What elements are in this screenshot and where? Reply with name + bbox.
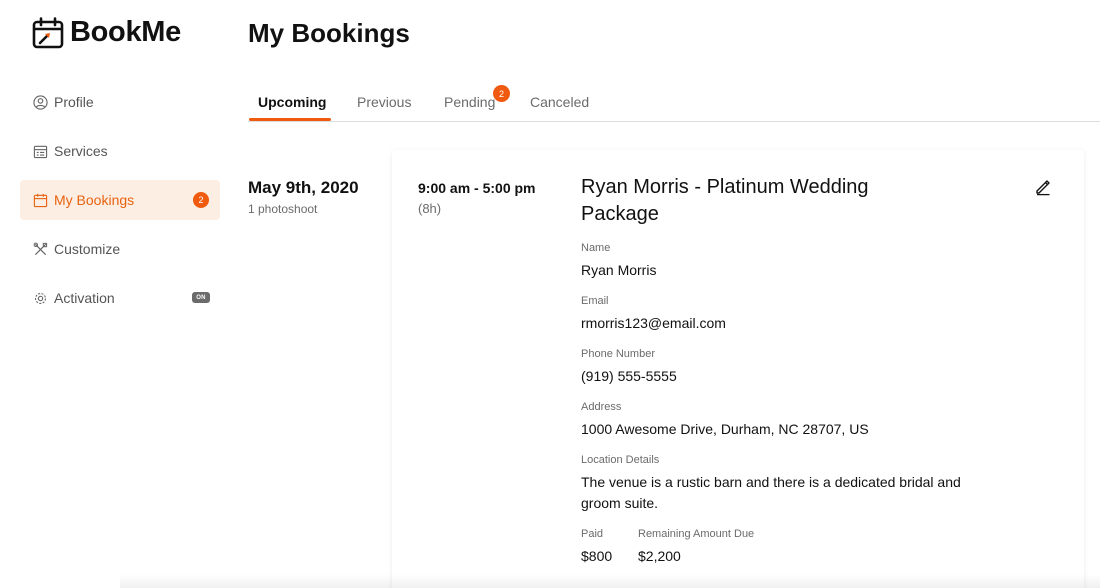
sidebar-item-label: Profile bbox=[54, 94, 94, 110]
field-label: Name bbox=[581, 242, 611, 254]
bottom-shadow bbox=[120, 574, 1100, 588]
booking-title: Ryan Morris - Platinum Wedding Package bbox=[581, 176, 869, 225]
user-circle-icon bbox=[32, 94, 48, 110]
sidebar-item-label: Services bbox=[54, 143, 108, 159]
sidebar-item-my-bookings[interactable]: My Bookings 2 bbox=[20, 180, 220, 220]
activation-toggle[interactable]: ON bbox=[192, 292, 210, 303]
bookme-logo-icon bbox=[32, 16, 64, 48]
field-value: $800 bbox=[581, 548, 613, 564]
field-email: Email rmorris123@email.com bbox=[581, 295, 726, 334]
field-address: Address 1000 Awesome Drive, Durham, NC 2… bbox=[581, 401, 869, 440]
field-label: Email bbox=[581, 295, 609, 307]
booking-date: May 9th, 2020 bbox=[248, 178, 359, 197]
field-label: Location Details bbox=[581, 454, 660, 466]
sidebar-item-label: Activation bbox=[54, 290, 115, 306]
field-phone: Phone Number (919) 555-5555 bbox=[581, 348, 677, 387]
edit-booking-button[interactable] bbox=[1034, 178, 1052, 196]
calendar-list-icon bbox=[32, 143, 48, 159]
field-location-details: Location Details The venue is a rustic b… bbox=[581, 454, 971, 514]
sidebar: BookMe Profile Services My Bookings 2 Cu… bbox=[0, 0, 232, 588]
app-name: BookMe bbox=[70, 16, 181, 48]
pencil-icon bbox=[1036, 180, 1050, 196]
tools-icon bbox=[32, 241, 48, 257]
sidebar-nav: Profile Services My Bookings 2 Customize bbox=[20, 82, 220, 327]
sidebar-item-label: My Bookings bbox=[54, 192, 135, 208]
booking-time-range: 9:00 am - 5:00 pm bbox=[418, 180, 536, 196]
field-value: Ryan Morris bbox=[581, 262, 657, 278]
field-remaining-amount: Remaining Amount Due $2,200 bbox=[638, 528, 754, 567]
field-value: $2,200 bbox=[638, 548, 681, 564]
sidebar-item-customize[interactable]: Customize bbox=[20, 229, 220, 269]
pending-count-badge: 2 bbox=[493, 85, 510, 102]
tab-canceled[interactable]: Canceled bbox=[530, 94, 589, 110]
field-value: 1000 Awesome Drive, Durham, NC 28707, US bbox=[581, 421, 869, 437]
booking-count: 1 photoshoot bbox=[248, 202, 318, 216]
app-logo[interactable]: BookMe bbox=[32, 16, 181, 49]
field-name: Name Ryan Morris bbox=[581, 242, 656, 281]
page-title: My Bookings bbox=[248, 18, 410, 48]
booking-duration: (8h) bbox=[418, 201, 442, 216]
field-label: Address bbox=[581, 401, 622, 413]
calendar-icon bbox=[32, 192, 48, 208]
sidebar-item-label: Customize bbox=[54, 241, 121, 257]
field-label: Phone Number bbox=[581, 348, 655, 360]
field-value: (919) 555-5555 bbox=[581, 368, 677, 384]
bookings-count-badge: 2 bbox=[193, 192, 209, 208]
field-label: Remaining Amount Due bbox=[638, 528, 755, 540]
field-paid: Paid $800 bbox=[581, 528, 612, 567]
tab-previous[interactable]: Previous bbox=[357, 94, 411, 110]
field-value: rmorris123@email.com bbox=[581, 315, 726, 331]
gear-icon bbox=[32, 290, 48, 306]
booking-tabs: Upcoming Previous Pending 2 Canceled bbox=[248, 84, 1100, 122]
field-label: Paid bbox=[581, 528, 604, 540]
sidebar-item-profile[interactable]: Profile bbox=[20, 82, 220, 122]
sidebar-item-activation[interactable]: Activation ON bbox=[20, 278, 220, 318]
sidebar-item-services[interactable]: Services bbox=[20, 131, 220, 171]
field-value: The venue is a rustic barn and there is … bbox=[581, 474, 961, 511]
tab-pending[interactable]: Pending bbox=[444, 94, 495, 110]
active-tab-indicator bbox=[249, 118, 331, 121]
booking-card[interactable]: 9:00 am - 5:00 pm (8h) Ryan Morris - Pla… bbox=[392, 150, 1084, 588]
tab-upcoming[interactable]: Upcoming bbox=[258, 94, 326, 110]
